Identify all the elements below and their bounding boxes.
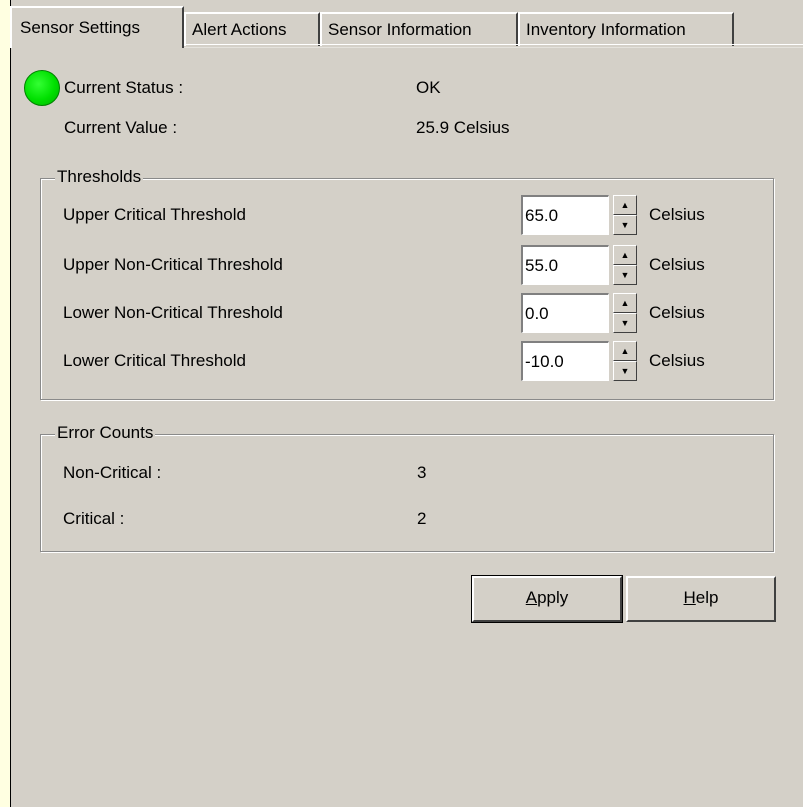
noncritical-count-value: 3 bbox=[417, 463, 427, 482]
lower-critical-input[interactable] bbox=[521, 341, 609, 381]
apply-button[interactable]: Apply bbox=[471, 575, 623, 623]
upper-critical-label: Upper Critical Threshold bbox=[63, 205, 246, 224]
lower-noncritical-unit: Celsius bbox=[649, 303, 705, 322]
tab-inventory-information[interactable]: Inventory Information bbox=[518, 12, 734, 46]
upper-noncritical-label: Upper Non-Critical Threshold bbox=[63, 255, 283, 274]
error-counts-group: Error Counts Non-Critical : 3 Critical :… bbox=[40, 423, 774, 552]
upper-critical-up-arrow-icon[interactable]: ▲ bbox=[613, 195, 637, 215]
tab-bar: Sensor Settings Alert Actions Sensor Inf… bbox=[10, 2, 803, 48]
lower-critical-up-arrow-icon[interactable]: ▲ bbox=[613, 341, 637, 361]
tab-sensor-information[interactable]: Sensor Information bbox=[320, 12, 518, 46]
upper-noncritical-up-arrow-icon[interactable]: ▲ bbox=[613, 245, 637, 265]
critical-count-label: Critical : bbox=[63, 509, 125, 528]
upper-critical-spinner: ▲ ▼ bbox=[521, 195, 643, 235]
help-button[interactable]: Help bbox=[626, 576, 776, 622]
lower-noncritical-input[interactable] bbox=[521, 293, 609, 333]
lower-critical-down-arrow-icon[interactable]: ▼ bbox=[613, 361, 637, 381]
help-button-label: Help bbox=[683, 588, 719, 607]
status-led-icon bbox=[24, 70, 60, 106]
lower-noncritical-down-arrow-icon[interactable]: ▼ bbox=[613, 313, 637, 333]
lower-critical-label: Lower Critical Threshold bbox=[63, 351, 246, 370]
current-value-label: Current Value : bbox=[64, 118, 178, 137]
tab-sensor-settings[interactable]: Sensor Settings bbox=[10, 6, 184, 48]
apply-button-label: Apply bbox=[525, 588, 569, 607]
upper-critical-down-arrow-icon[interactable]: ▼ bbox=[613, 215, 637, 235]
tab-alert-actions[interactable]: Alert Actions bbox=[184, 12, 320, 46]
error-counts-group-title: Error Counts bbox=[55, 423, 156, 443]
lower-critical-unit: Celsius bbox=[649, 351, 705, 370]
upper-noncritical-spinner: ▲ ▼ bbox=[521, 245, 643, 285]
noncritical-count-label: Non-Critical : bbox=[63, 463, 162, 482]
current-status-label: Current Status : bbox=[64, 78, 184, 97]
thresholds-group: Thresholds Upper Critical Threshold ▲ ▼ … bbox=[40, 167, 774, 400]
upper-noncritical-unit: Celsius bbox=[649, 255, 705, 274]
lower-noncritical-label: Lower Non-Critical Threshold bbox=[63, 303, 283, 322]
upper-critical-input[interactable] bbox=[521, 195, 609, 235]
upper-critical-unit: Celsius bbox=[649, 205, 705, 224]
critical-count-value: 2 bbox=[417, 509, 427, 528]
lower-critical-spinner: ▲ ▼ bbox=[521, 341, 643, 381]
thresholds-group-title: Thresholds bbox=[55, 167, 144, 187]
lower-noncritical-up-arrow-icon[interactable]: ▲ bbox=[613, 293, 637, 313]
upper-noncritical-down-arrow-icon[interactable]: ▼ bbox=[613, 265, 637, 285]
lower-noncritical-spinner: ▲ ▼ bbox=[521, 293, 643, 333]
current-value-value: 25.9 Celsius bbox=[416, 118, 510, 137]
current-status-value: OK bbox=[416, 78, 441, 97]
upper-noncritical-input[interactable] bbox=[521, 245, 609, 285]
